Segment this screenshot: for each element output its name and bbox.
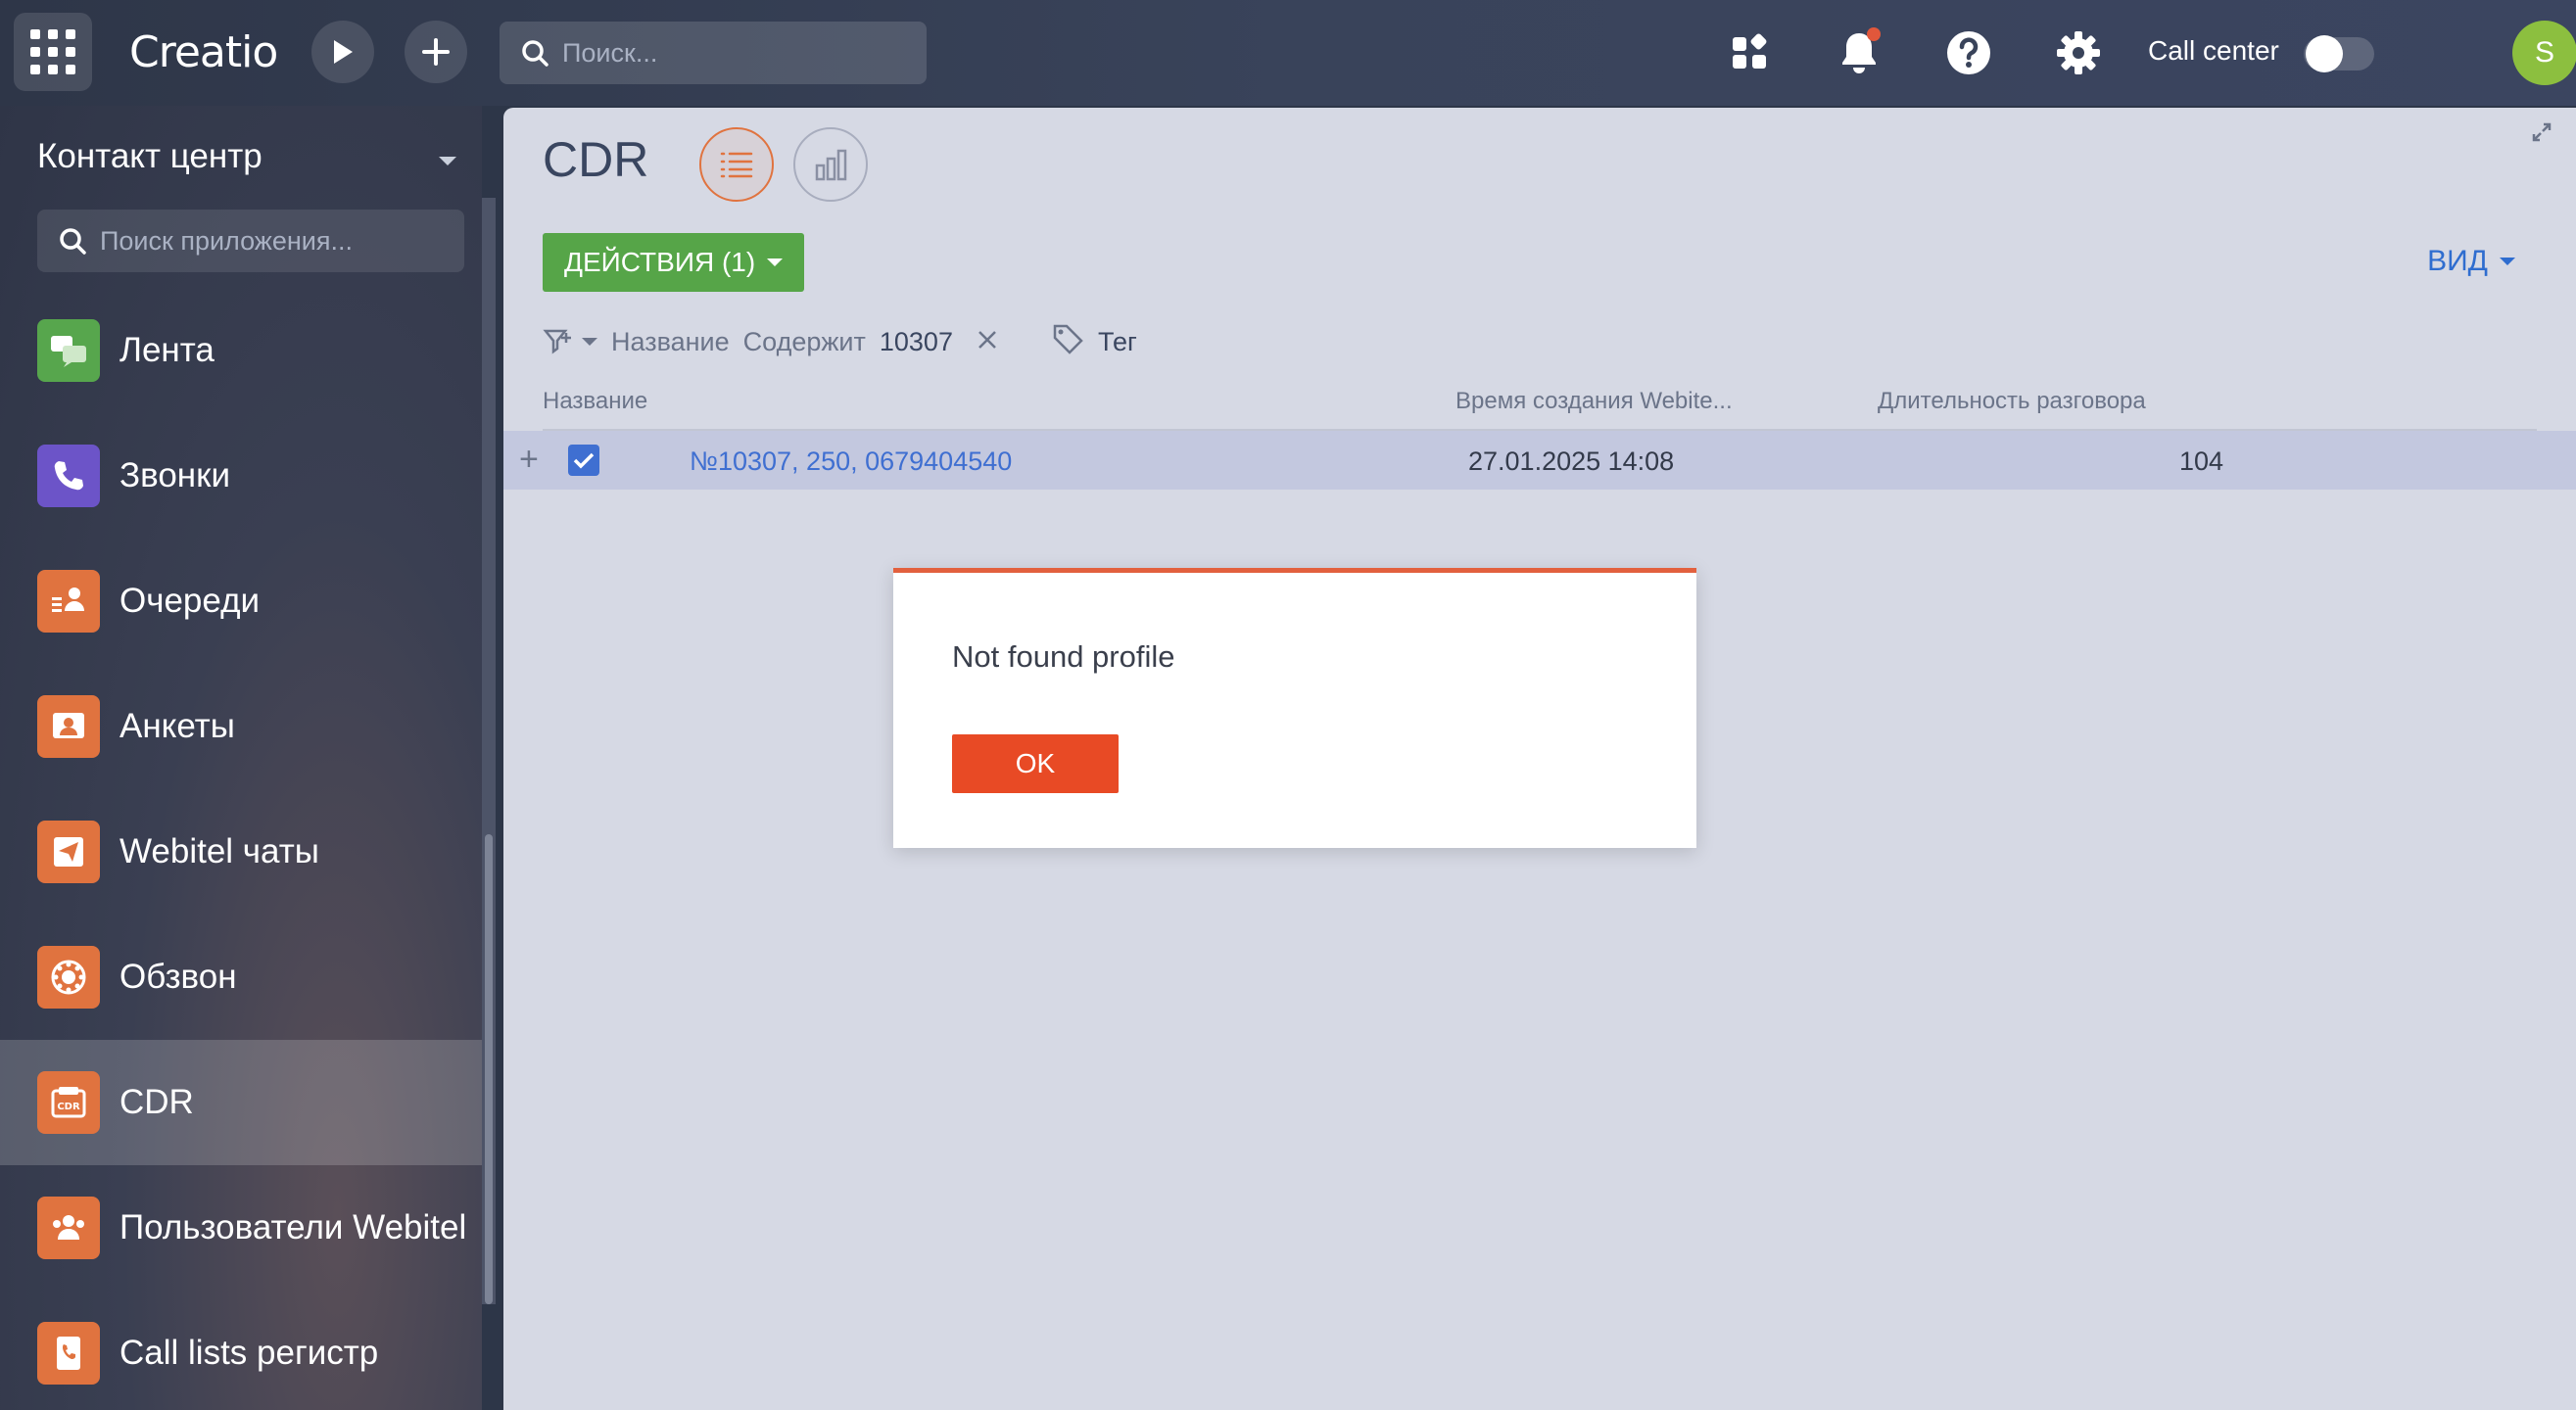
sidebar-item-label: Звонки xyxy=(119,456,230,494)
app-search[interactable] xyxy=(37,210,464,272)
page-title: CDR xyxy=(543,132,649,187)
dialer-icon xyxy=(37,946,100,1009)
analytics-view-button[interactable] xyxy=(793,127,868,202)
chevron-down-icon xyxy=(2500,258,2515,265)
created-time: 27.01.2025 14:08 xyxy=(1468,446,1675,476)
top-bar: Creatio Call center S xyxy=(0,0,2576,106)
filter-operator[interactable]: Содержит xyxy=(743,327,866,357)
sidebar-item-label: Call lists регистр xyxy=(119,1334,379,1372)
sidebar-item-calls[interactable]: Звонки xyxy=(0,413,482,539)
record-link[interactable]: №10307, 250, 0679404540 xyxy=(690,446,1012,477)
gear-icon xyxy=(2057,31,2100,74)
expand-row-icon[interactable]: + xyxy=(519,441,539,479)
actions-button-label: ДЕЙСТВИЯ (1) xyxy=(564,247,756,277)
sidebar-item-call-lists[interactable]: Call lists регистр xyxy=(0,1291,482,1410)
sidebar-item-dialer[interactable]: Обзвон xyxy=(0,915,482,1040)
global-search[interactable] xyxy=(500,22,927,84)
settings-button[interactable] xyxy=(2051,25,2106,80)
sidebar-item-label: Пользователи Webitel xyxy=(119,1208,467,1246)
sidebar-item-surveys[interactable]: Анкеты xyxy=(0,664,482,789)
sidebar-item-label: Лента xyxy=(119,331,215,369)
cdr-icon: CDR xyxy=(37,1071,100,1134)
filter-value[interactable]: 10307 xyxy=(880,327,953,357)
sidebar-item-label: CDR xyxy=(119,1083,194,1121)
play-icon xyxy=(334,40,353,64)
global-search-input[interactable] xyxy=(562,37,895,69)
dashboards-button[interactable] xyxy=(1722,25,1777,80)
search-icon xyxy=(60,228,86,255)
list-icon xyxy=(720,152,753,178)
svg-text:CDR: CDR xyxy=(57,1102,80,1112)
sidebar-item-label: Webitel чаты xyxy=(119,832,319,870)
sidebar-item-queues[interactable]: Очереди xyxy=(0,539,482,664)
expand-icon[interactable] xyxy=(2531,121,2552,148)
chevron-down-icon xyxy=(767,258,784,266)
call-center-label: Call center xyxy=(2148,35,2279,66)
notification-badge xyxy=(1867,27,1881,41)
sidebar-item-webitel-chats[interactable]: Webitel чаты xyxy=(0,789,482,915)
view-menu-label: ВИД xyxy=(2427,245,2488,277)
queue-icon xyxy=(37,570,100,633)
error-dialog: Not found profile OK xyxy=(893,568,1696,848)
table-row[interactable]: + №10307, 250, 0679404540 27.01.2025 14:… xyxy=(503,431,2576,490)
sidebar-item-cdr[interactable]: CDR CDR xyxy=(0,1040,482,1165)
sidebar: Контакт центр Лента Звонки Очереди Анкет… xyxy=(0,106,482,1410)
checkmark-icon xyxy=(573,452,595,469)
sidebar-scrollbar[interactable] xyxy=(482,198,496,1304)
avatar[interactable]: S xyxy=(2512,21,2576,85)
notifications-button[interactable] xyxy=(1832,25,1886,80)
sidebar-item-feed[interactable]: Лента xyxy=(0,288,482,413)
survey-icon xyxy=(37,695,100,758)
search-icon xyxy=(522,40,549,67)
question-icon xyxy=(1947,31,1990,74)
column-header-duration[interactable]: Длительность разговора xyxy=(1878,388,2146,415)
tag-filter-label[interactable]: Тег xyxy=(1098,327,1137,357)
users-icon xyxy=(37,1197,100,1259)
sidebar-item-label: Очереди xyxy=(119,582,261,620)
column-header-created[interactable]: Время создания Webite... xyxy=(1455,388,1733,415)
view-menu-button[interactable]: ВИД xyxy=(2427,245,2515,278)
actions-button[interactable]: ДЕЙСТВИЯ (1) xyxy=(543,233,805,292)
filter-icon[interactable] xyxy=(543,326,597,357)
help-button[interactable] xyxy=(1941,25,1996,80)
plus-icon xyxy=(422,38,450,66)
tag-icon[interactable] xyxy=(1051,322,1084,362)
call-center-toggle[interactable] xyxy=(2304,35,2374,72)
call-duration: 104 xyxy=(2178,446,2223,476)
app-search-input[interactable] xyxy=(100,225,433,257)
add-button[interactable] xyxy=(405,21,467,83)
sidebar-item-label: Анкеты xyxy=(119,707,235,745)
workspace-title[interactable]: Контакт центр xyxy=(37,137,262,176)
row-checkbox[interactable] xyxy=(568,445,599,476)
creatio-logo: Creatio xyxy=(129,27,278,77)
sidebar-item-webitel-users[interactable]: Пользователи Webitel xyxy=(0,1165,482,1291)
ok-button[interactable]: OK xyxy=(952,734,1119,793)
phone-icon xyxy=(37,445,100,507)
chat-bubbles-icon xyxy=(37,319,100,382)
list-view-button[interactable] xyxy=(699,127,774,202)
bar-chart-icon xyxy=(815,149,847,181)
widgets-icon xyxy=(1733,33,1767,69)
call-list-icon xyxy=(37,1322,100,1385)
chevron-down-icon[interactable] xyxy=(439,157,456,165)
column-header-name[interactable]: Название xyxy=(543,388,647,415)
filter-field[interactable]: Название xyxy=(611,327,730,357)
send-icon xyxy=(37,821,100,883)
sidebar-item-label: Обзвон xyxy=(119,958,237,996)
close-icon[interactable] xyxy=(977,327,998,357)
run-process-button[interactable] xyxy=(311,21,374,83)
apps-grid-button[interactable] xyxy=(14,13,92,91)
dialog-message: Not found profile xyxy=(952,639,1175,674)
filter-bar: Название Содержит 10307 Тег xyxy=(543,317,1137,366)
